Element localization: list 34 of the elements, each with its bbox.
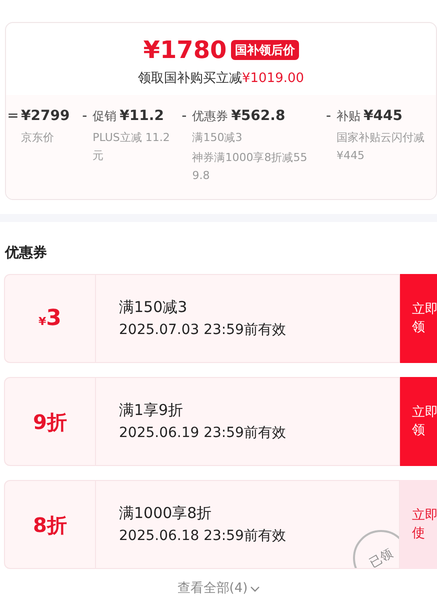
breakdown-detail: 京东价 [21,130,55,146]
use-button[interactable]: 立即 使 [400,480,437,569]
claim-button[interactable]: 立即 领 [400,274,437,363]
breakdown-detail: PLUS立减 11.2元 [92,130,171,164]
breakdown-detail: 神券满1000享8折减559.8 [192,150,308,184]
breakdown-detail: 满150减3 [192,130,244,146]
section-title: 优惠券 [5,245,47,261]
price-badge: 国补领后价 [230,40,299,60]
operator-sign: - [81,106,88,126]
operator-sign: = [6,106,20,126]
breakdown-label: 补贴 [336,108,361,124]
coupon-value: ¥3 [38,305,62,333]
coupon-expiry: 2025.06.18 23:59前有效 [119,527,287,546]
chevron-down-icon [250,584,260,594]
breakdown-value: ¥11.2 [120,106,164,126]
coupon-rule: 满1000享8折 [119,502,213,524]
view-all-link[interactable]: 查看全部(4) [177,579,260,598]
claim-button[interactable]: 立即 领 [400,377,437,466]
saving-note: 领取国补购买立减¥1019.00 [138,70,304,88]
final-price: ¥1780 [143,35,227,66]
breakdown-value: ¥562.8 [231,106,286,126]
operator-sign: - [180,106,188,126]
coupon-value: 8折 [33,512,67,538]
coupon-expiry: 2025.06.19 23:59前有效 [119,424,287,444]
breakdown-detail: 国家补贴云闪付减¥445 [336,130,426,164]
breakdown-label: 促销 [92,108,117,124]
breakdown-value: ¥2799 [21,106,70,126]
coupon-rule: 满1享9折 [119,400,184,421]
coupon-rule: 满150减3 [119,296,188,318]
coupon-expiry: 2025.07.03 23:59前有效 [119,321,287,340]
breakdown-label: 优惠券 [192,108,228,124]
operator-sign: - [325,106,332,126]
breakdown-value: ¥445 [364,106,402,126]
coupon-value: 9折 [33,408,67,436]
